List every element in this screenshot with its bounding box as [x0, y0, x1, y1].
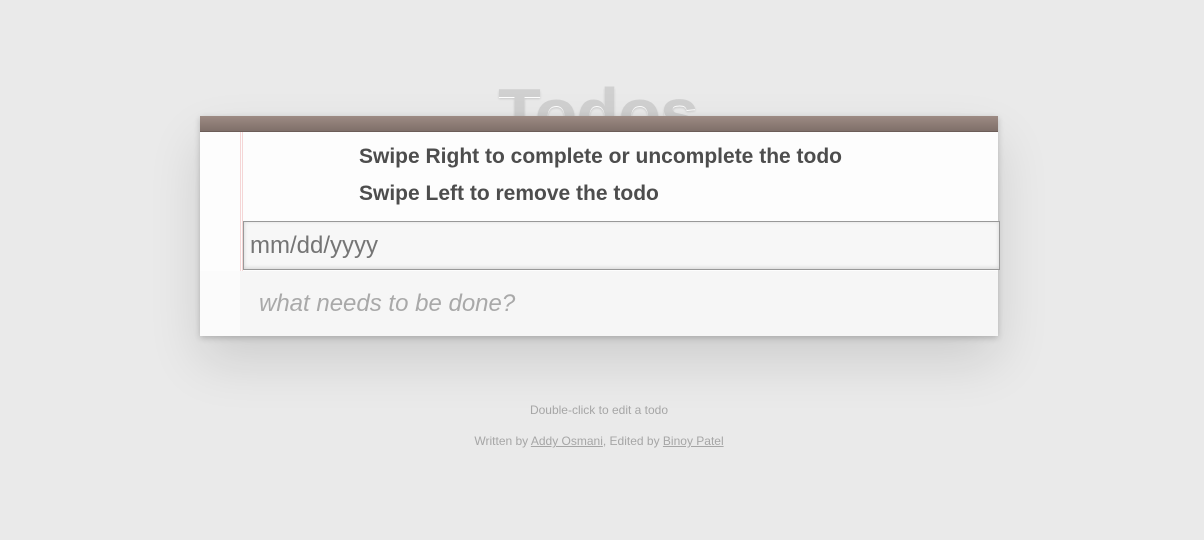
- new-todo-row: [200, 271, 998, 336]
- author-link-addy[interactable]: Addy Osmani: [531, 434, 603, 448]
- credits: Written by Addy Osmani, Edited by Binoy …: [0, 434, 1198, 448]
- new-todo-input[interactable]: [243, 271, 998, 336]
- credits-separator: , Edited by: [602, 434, 663, 448]
- due-date-input[interactable]: [243, 221, 1000, 270]
- new-todo-left-pad: [200, 271, 240, 336]
- edit-hint: Double-click to edit a todo: [529, 403, 669, 417]
- card-header-bar: [200, 116, 998, 132]
- swipe-right-instruction: Swipe Right to complete or uncomplete th…: [359, 145, 843, 168]
- todo-card: Swipe Right to complete or uncomplete th…: [200, 116, 1000, 336]
- author-link-binoy[interactable]: Binoy Patel: [663, 434, 724, 448]
- swipe-left-instruction: Swipe Left to remove the todo: [359, 182, 659, 205]
- credits-prefix: Written by: [474, 434, 531, 448]
